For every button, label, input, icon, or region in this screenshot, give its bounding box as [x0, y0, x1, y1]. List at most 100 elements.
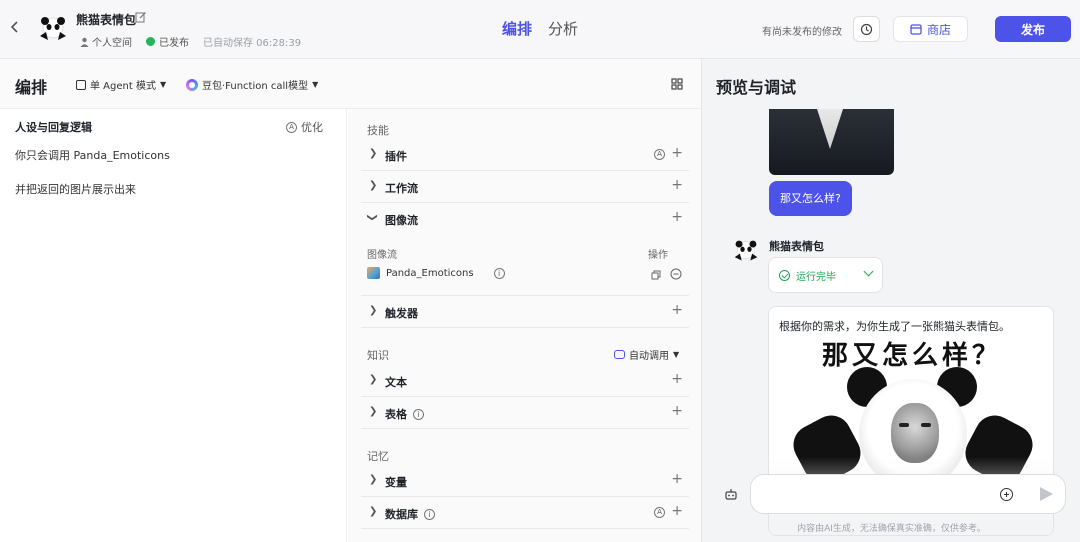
- history-button[interactable]: [853, 16, 880, 42]
- unpublished-note: 有尚未发布的修改: [762, 27, 842, 38]
- add-text-icon[interactable]: +: [671, 372, 683, 386]
- memory-section-label: 记忆: [367, 450, 389, 463]
- edit-icon[interactable]: [135, 11, 147, 23]
- knowledge-section-label: 知识: [367, 349, 389, 362]
- bot-name: 熊猫表情包: [76, 13, 137, 27]
- info-icon[interactable]: i: [424, 509, 435, 520]
- chevron-right-icon: ❯: [369, 180, 378, 191]
- message-input[interactable]: [763, 483, 993, 507]
- persona-text-line[interactable]: 你只会调用 Panda_Emoticons: [15, 147, 170, 163]
- send-icon[interactable]: [1040, 487, 1053, 501]
- caret-down-icon: ▼: [159, 80, 167, 89]
- auto-call-icon: [614, 350, 625, 359]
- chevron-right-icon: ❯: [369, 305, 378, 316]
- check-circle-icon: [779, 269, 790, 281]
- table-knowledge-label: 表格 i: [385, 406, 424, 422]
- imageflow-label: 图像流: [385, 214, 418, 227]
- optimize-button[interactable]: A 优化: [286, 119, 323, 135]
- layout-grid-icon[interactable]: [671, 78, 683, 90]
- add-database-icon[interactable]: +: [671, 504, 683, 518]
- chevron-down-icon: ❯: [366, 213, 378, 222]
- history-icon: [860, 23, 873, 35]
- info-icon[interactable]: i: [413, 409, 424, 420]
- text-knowledge-label: 文本: [385, 376, 407, 389]
- user-message-bubble: 那又怎么样?: [769, 181, 852, 216]
- database-label: 数据库 i: [385, 506, 435, 522]
- bot-meta: 个人空间 已发布 已自动保存 06:28:39: [80, 34, 315, 49]
- add-workflow-icon[interactable]: +: [671, 178, 683, 192]
- database-text: 数据库: [385, 508, 418, 521]
- agent-mode-icon: [76, 79, 86, 90]
- add-variable-icon[interactable]: +: [671, 472, 683, 486]
- back-icon[interactable]: [10, 20, 26, 38]
- model-select[interactable]: 豆包·Function call模型 ▼: [186, 77, 318, 92]
- publish-button[interactable]: 发布: [995, 16, 1071, 42]
- chevron-down-icon: [863, 266, 874, 277]
- persona-title: 人设与回复逻辑: [15, 121, 92, 134]
- persona-text-line[interactable]: 并把返回的图片展示出来: [15, 181, 136, 197]
- main-tabs: 编排 分析: [502, 18, 594, 39]
- chevron-right-icon: ❯: [369, 474, 378, 485]
- status-label: 已发布: [159, 38, 189, 49]
- caret-down-icon: ▼: [673, 350, 680, 359]
- ai-disclaimer: 内容由AI生成，无法确保真实准确，仅供参考。: [797, 524, 986, 534]
- imageflow-item-label: Panda_Emoticons: [386, 267, 474, 279]
- add-trigger-icon[interactable]: +: [671, 303, 683, 317]
- copy-icon[interactable]: [651, 269, 661, 283]
- preview-title: 预览与调试: [716, 78, 797, 97]
- imageflow-item[interactable]: Panda_Emoticons i: [367, 267, 505, 279]
- top-bar: 熊猫表情包 个人空间 已发布 已自动保存 06:28:39 编排 分析 有尚未发…: [0, 0, 1080, 59]
- robot-icon[interactable]: [724, 487, 738, 501]
- auto-call-label: 自动调用: [629, 351, 669, 362]
- chevron-right-icon: ❯: [369, 374, 378, 385]
- autosave-label: 已自动保存 06:28:39: [203, 38, 302, 49]
- published-icon: [146, 37, 155, 46]
- agent-mode-select[interactable]: 单 Agent 模式 ▼: [76, 77, 166, 92]
- model-label: 豆包·Function call模型: [202, 81, 309, 92]
- trigger-label: 触发器: [385, 307, 418, 320]
- run-status-label: 运行完毕: [796, 271, 836, 283]
- tab-arrange[interactable]: 编排: [502, 18, 532, 39]
- agent-mode-label: 单 Agent 模式: [90, 81, 156, 92]
- add-imageflow-icon[interactable]: +: [671, 210, 683, 224]
- workflow-label: 工作流: [385, 182, 418, 195]
- persona-section: 人设与回复逻辑 A 优化 你只会调用 Panda_Emoticons 并把返回的…: [0, 109, 347, 542]
- person-icon: [80, 37, 89, 47]
- space-info: 个人空间: [80, 34, 132, 49]
- store-icon: [910, 24, 922, 35]
- model-icon: [186, 78, 198, 91]
- imageflow-thumbnail: [367, 267, 380, 279]
- imageflow-ops-header: 操作: [648, 250, 668, 261]
- message-composer: [750, 474, 1066, 514]
- info-icon[interactable]: i: [493, 267, 505, 279]
- skills-panel: 技能 ❯ 插件 A + ❯ 工作流 + ❯ 图像流 + 图像流 操作 Panda…: [348, 109, 701, 542]
- user-photo[interactable]: [769, 109, 894, 175]
- plugin-label: 插件: [385, 150, 407, 163]
- store-button[interactable]: 商店: [893, 16, 968, 42]
- meme-caption: 那又怎么样？: [821, 341, 1002, 371]
- space-label: 个人空间: [92, 38, 132, 49]
- auto-icon: A: [286, 121, 297, 133]
- add-attachment-icon[interactable]: [1000, 488, 1013, 501]
- reply-text: 根据你的需求，为你生成了一张熊猫头表情包。: [779, 320, 1010, 333]
- add-plugin-icon[interactable]: +: [671, 146, 683, 160]
- remove-icon[interactable]: [670, 268, 682, 283]
- store-label: 商店: [926, 22, 951, 37]
- panda-face: [891, 403, 939, 463]
- chevron-right-icon: ❯: [369, 148, 378, 159]
- auto-call-select[interactable]: 自动调用 ▼: [614, 347, 679, 362]
- chevron-right-icon: ❯: [369, 506, 378, 517]
- auto-icon[interactable]: A: [654, 507, 665, 518]
- editor-header: 编排 单 Agent 模式 ▼ 豆包·Function call模型 ▼: [0, 59, 701, 109]
- run-status-card[interactable]: 运行完毕: [768, 257, 883, 293]
- tab-analysis[interactable]: 分析: [548, 18, 578, 39]
- auto-icon[interactable]: A: [654, 149, 665, 160]
- bot-avatar: [38, 14, 68, 44]
- variable-label: 变量: [385, 476, 407, 489]
- add-table-icon[interactable]: +: [671, 404, 683, 418]
- photo-collar: [817, 109, 843, 149]
- skills-section-label: 技能: [367, 124, 389, 137]
- chevron-right-icon: ❯: [369, 406, 378, 417]
- status-info: 已发布: [146, 34, 189, 49]
- optimize-label: 优化: [301, 121, 323, 134]
